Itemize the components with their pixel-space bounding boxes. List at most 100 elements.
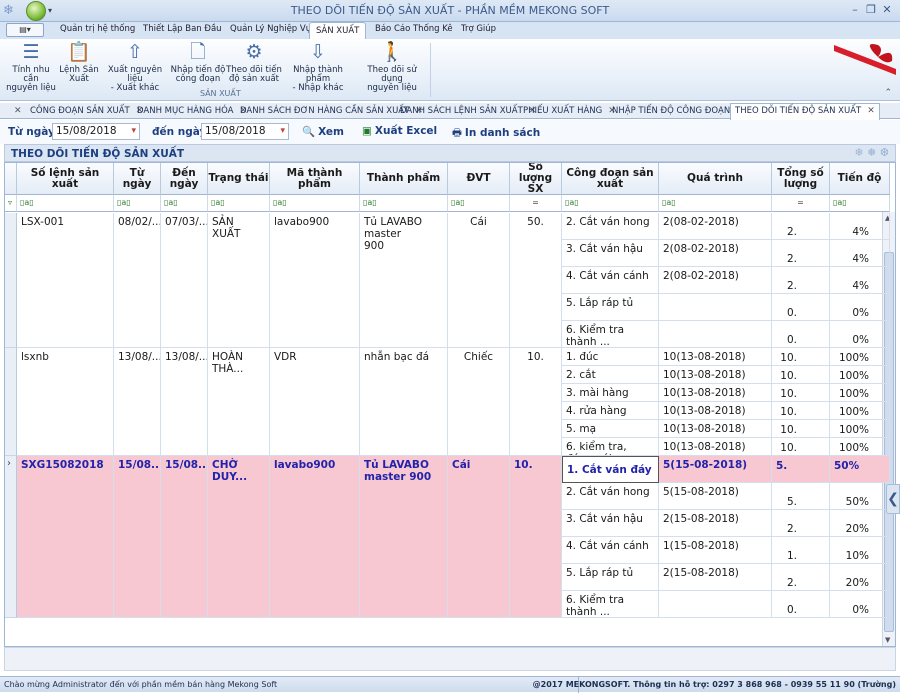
tab-don-hang-can-sx[interactable]: DANH SÁCH ĐƠN HÀNG CẦN SẢN XUẤT ✕ [240, 104, 423, 119]
cell-tien-do[interactable]: 100% [830, 366, 890, 384]
cell-ma-tp[interactable]: VDR [270, 348, 360, 456]
tab-cong-doan[interactable]: CÔNG ĐOẠN SẢN XUẤT ✕ [30, 104, 143, 119]
cell-tien-do[interactable]: 0% [830, 294, 890, 321]
header-so-lenh[interactable]: Số lệnh sản xuất [17, 163, 114, 195]
cell-tong-so-luong[interactable]: 0. [772, 591, 830, 618]
calendar-dropdown-icon[interactable]: ▾ [131, 124, 136, 139]
filter-so-luong[interactable]: = [510, 195, 562, 212]
minimize-button[interactable]: – [848, 3, 862, 17]
cell-tien-do[interactable]: 100% [830, 402, 890, 420]
cell-tong-so-luong[interactable]: 5. [772, 483, 830, 510]
row-indicator[interactable]: › [5, 456, 17, 618]
header-qua-trinh[interactable]: Quá trình [659, 163, 772, 195]
cell-tien-do[interactable]: 10% [830, 537, 890, 564]
cell-so-lenh[interactable]: lsxnb [17, 348, 114, 456]
cell-tong-so-luong[interactable]: 2. [772, 564, 830, 591]
cell-trang-thai[interactable]: CHỜ DUY... [208, 456, 270, 618]
cell-qua-trinh[interactable]: 2(08-02-2018) [659, 267, 772, 294]
cell-tong-so-luong[interactable]: 2. [772, 267, 830, 294]
header-den-ngay[interactable]: Đến ngày [161, 163, 208, 195]
cell-tien-do[interactable]: 0% [830, 321, 890, 348]
filter-tong-sl[interactable]: = [772, 195, 830, 212]
cell-cong-doan[interactable]: 2. Cắt ván hong [562, 213, 659, 240]
cell-tong-so-luong[interactable]: 10. [772, 348, 830, 366]
cell-cong-doan[interactable]: 6. kiểm tra, đóng gói [562, 438, 659, 456]
to-date-field[interactable]: 15/08/2018 ▾ [201, 123, 289, 140]
cell-tong-so-luong[interactable]: 2. [772, 510, 830, 537]
restore-button[interactable]: ❐ [864, 3, 878, 17]
header-cong-doan[interactable]: Công đoạn sản xuất [562, 163, 659, 195]
menu-operations[interactable]: Quản Lý Nghiệp Vụ [230, 24, 311, 34]
cell-qua-trinh[interactable]: 10(13-08-2018) [659, 402, 772, 420]
cell-tong-so-luong[interactable]: 2. [772, 213, 830, 240]
material-requirement-button[interactable]: ☰ Tính nhu cần nguyên liệu [4, 41, 58, 93]
menu-setup[interactable]: Thiết Lập Ban Đầu [143, 24, 222, 34]
stage-progress-entry-button[interactable]: 🗋 Nhập tiến độ công đoạn [170, 41, 226, 84]
cell-qua-trinh[interactable]: 2(15-08-2018) [659, 510, 772, 537]
cell-tien-do[interactable]: 20% [830, 510, 890, 537]
cell-so-luong[interactable]: 10. [510, 348, 562, 456]
app-menu-button[interactable]: ▤▾ [6, 23, 44, 37]
cell-qua-trinh[interactable]: 2(08-02-2018) [659, 213, 772, 240]
cell-tien-do[interactable]: 4% [830, 213, 890, 240]
cell-cong-doan[interactable]: 6. Kiểm tra thành ... [562, 321, 659, 348]
cell-cong-doan[interactable]: 5. Lắp ráp tủ [562, 564, 659, 591]
cell-cong-doan[interactable]: 5. Lắp ráp tủ [562, 294, 659, 321]
header-tong-sl[interactable]: Tổng số lượng [772, 163, 830, 195]
cell-thanh-pham[interactable]: Tủ LAVABO master 900 [360, 456, 448, 618]
cell-cong-doan[interactable]: 4. rửa hàng [562, 402, 659, 420]
cell-thanh-pham[interactable]: nhẫn bạc đá [360, 348, 448, 456]
cell-so-luong[interactable]: 50. [510, 213, 562, 348]
cell-qua-trinh[interactable]: 10(13-08-2018) [659, 420, 772, 438]
cell-so-luong[interactable]: 10. [510, 456, 562, 618]
cell-tien-do[interactable]: 4% [830, 267, 890, 294]
cell-dvt[interactable]: Cái [448, 213, 510, 348]
filter-den-ngay[interactable]: ▯a▯ [161, 195, 208, 212]
cell-den-ngay[interactable]: 13/08/... [161, 348, 208, 456]
cell-cong-doan[interactable]: 3. mài hàng [562, 384, 659, 402]
cell-tien-do[interactable]: 50% [830, 483, 890, 510]
cell-tien-do[interactable]: 20% [830, 564, 890, 591]
side-panel-toggle-button[interactable]: ❮ [886, 484, 900, 514]
tab-danh-muc-hang-hoa[interactable]: DANH MỤC HÀNG HÓA ✕ [137, 104, 247, 119]
filter-so-lenh[interactable]: ▯a▯ [17, 195, 114, 212]
header-so-luong[interactable]: Số lượng SX [510, 163, 562, 195]
cell-thanh-pham[interactable]: Tủ LAVABO master 900 [360, 213, 448, 348]
cell-cong-doan[interactable]: 4. Cắt ván cánh [562, 267, 659, 294]
cell-cong-doan[interactable]: 2. Cắt ván hong [562, 483, 659, 510]
export-excel-button[interactable]: ▣ Xuất Excel [362, 125, 437, 137]
cell-tien-do[interactable]: 4% [830, 240, 890, 267]
horizontal-scrollbar[interactable] [4, 647, 896, 671]
cell-cong-doan[interactable]: 6. Kiểm tra thành ... [562, 591, 659, 618]
close-icon[interactable]: ✕ [14, 106, 22, 116]
cell-tu-ngay[interactable]: 08/02/... [114, 213, 161, 348]
cell-den-ngay[interactable]: 07/03/... [161, 213, 208, 348]
cell-tien-do[interactable]: 50% [830, 456, 890, 483]
row-indicator[interactable] [5, 213, 17, 348]
cell-qua-trinh[interactable] [659, 294, 772, 321]
cell-tong-so-luong[interactable]: 10. [772, 420, 830, 438]
header-thanh-pham[interactable]: Thành phẩm [360, 163, 448, 195]
menu-reports[interactable]: Báo Cáo Thống Kê [375, 24, 453, 34]
cell-ma-tp[interactable]: lavabo900 [270, 213, 360, 348]
cell-tong-so-luong[interactable]: 2. [772, 240, 830, 267]
menu-help[interactable]: Trợ Giúp [461, 24, 496, 34]
calendar-dropdown-icon[interactable]: ▾ [280, 124, 285, 139]
cell-cong-doan[interactable]: 3. Cắt ván hậu [562, 510, 659, 537]
cell-tien-do[interactable]: 100% [830, 438, 890, 456]
tab-lenh-san-xuat[interactable]: DANH SÁCH LỆNH SẢN XUẤT ✕ [400, 104, 536, 119]
cell-qua-trinh[interactable]: 2(08-02-2018) [659, 240, 772, 267]
cell-trang-thai[interactable]: HOÀN THÀ... [208, 348, 270, 456]
cell-cong-doan[interactable]: 5. mạ [562, 420, 659, 438]
filter-ma-tp[interactable]: ▯a▯ [270, 195, 360, 212]
cell-dvt[interactable]: Cái [448, 456, 510, 618]
cell-cong-doan[interactable]: 3. Cắt ván hậu [562, 240, 659, 267]
filter-cong-doan[interactable]: ▯a▯ [562, 195, 659, 212]
menu-production[interactable]: SẢN XUẤT [309, 22, 367, 39]
filter-dvt[interactable]: ▯a▯ [448, 195, 510, 212]
menu-system[interactable]: Quản trị hệ thống [60, 24, 135, 34]
filter-thanh-pham[interactable]: ▯a▯ [360, 195, 448, 212]
from-date-field[interactable]: 15/08/2018 ▾ [52, 123, 140, 140]
print-list-button[interactable]: 🖶 In danh sách [452, 125, 540, 143]
cell-qua-trinh[interactable] [659, 321, 772, 348]
